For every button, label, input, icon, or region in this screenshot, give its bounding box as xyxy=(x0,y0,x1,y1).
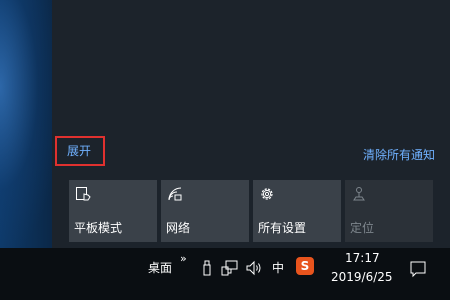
tile-label: 定位 xyxy=(350,221,375,235)
tablet-mode-icon xyxy=(76,187,91,201)
toolbar-overflow-chevron-icon[interactable]: » xyxy=(180,252,187,265)
expand-link[interactable]: 展开 xyxy=(55,136,105,166)
volume-icon[interactable] xyxy=(245,259,263,277)
quick-action-all-settings[interactable]: 所有设置 xyxy=(253,180,341,242)
clear-all-notifications-link[interactable]: 清除所有通知 xyxy=(363,147,435,163)
gear-icon xyxy=(261,188,273,200)
sogou-input-icon[interactable]: S xyxy=(296,257,314,275)
clock-date[interactable]: 2019/6/25 xyxy=(331,270,393,284)
desktop-toolbar-label[interactable]: 桌面 xyxy=(148,259,172,276)
quick-action-tablet-mode[interactable]: 平板模式 xyxy=(69,180,157,242)
location-icon xyxy=(353,187,365,201)
network-icon xyxy=(168,187,182,201)
tile-label: 平板模式 xyxy=(74,221,123,235)
tile-label: 所有设置 xyxy=(258,221,307,235)
notification-center-icon[interactable] xyxy=(409,260,427,278)
action-center-panel: 展开 清除所有通知 平板模式 网络 所有设置 定位 xyxy=(52,0,450,248)
ime-language-indicator[interactable]: 中 xyxy=(272,259,284,276)
network-wired-icon[interactable] xyxy=(221,259,239,277)
taskbar: 桌面 » 中 S 17:17 2019/6/25 xyxy=(0,248,450,300)
usb-drive-icon[interactable] xyxy=(198,259,216,277)
quick-action-network[interactable]: 网络 xyxy=(161,180,249,242)
tile-label: 网络 xyxy=(166,221,191,235)
quick-action-location[interactable]: 定位 xyxy=(345,180,433,242)
clock-time[interactable]: 17:17 xyxy=(345,251,380,265)
